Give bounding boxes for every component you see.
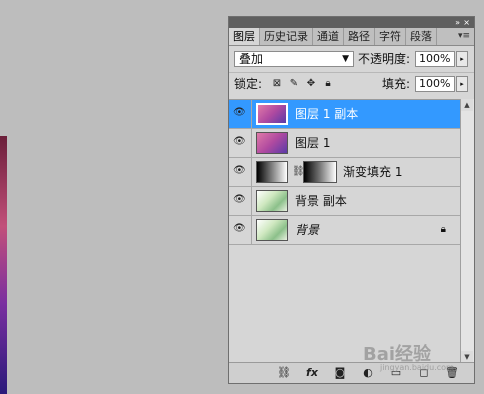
watermark-url: jingyan.baidu.com <box>380 363 454 372</box>
opacity-input[interactable]: 100% <box>415 51 455 67</box>
link-layers-icon[interactable]: ⛓︎ <box>277 366 291 380</box>
chevron-down-icon: ▼ <box>342 54 349 64</box>
fill-label: 填充: <box>382 77 411 91</box>
scroll-up-icon[interactable]: ▲ <box>461 99 473 111</box>
mask-icon[interactable]: ◙ <box>333 366 347 380</box>
lock-pixels-icon[interactable]: ✎ <box>288 78 300 90</box>
layer-name: 图层 1 副本 <box>295 107 359 121</box>
layer-thumbnail <box>256 190 288 212</box>
layer-row-background-copy[interactable]: 👁︎ 背景 副本 <box>229 187 462 216</box>
mask-thumbnail[interactable] <box>303 161 337 183</box>
blend-mode-value: 叠加 <box>239 52 264 66</box>
tab-paragraph[interactable]: 段落 <box>406 28 437 45</box>
layers-panel: » × 图层 历史记录 通道 路径 字符 段落 ▾≡ 叠加 ▼ 不透明度: 10… <box>228 16 475 384</box>
layer-name: 背景 副本 <box>295 194 347 208</box>
layer-name: 背景 <box>295 223 320 237</box>
lock-position-icon[interactable]: ✥ <box>305 78 317 90</box>
eye-icon[interactable]: 👁︎ <box>233 195 246 205</box>
double-chevron-right-icon[interactable]: » <box>455 17 460 28</box>
eye-icon[interactable]: 👁︎ <box>233 108 246 118</box>
tab-history[interactable]: 历史记录 <box>260 28 313 45</box>
canvas-edge <box>0 136 7 394</box>
lock-row: 锁定: ⊠ ✎ ✥ 🔒︎ 填充: 100% ▸ <box>229 72 474 95</box>
layer-row-background[interactable]: 👁︎ 背景 🔒︎ <box>229 216 462 245</box>
lock-icon: 🔒︎ <box>440 224 446 235</box>
lock-label: 锁定: <box>234 77 263 91</box>
lock-transparency-icon[interactable]: ⊠ <box>271 78 283 90</box>
close-icon[interactable]: × <box>463 17 470 28</box>
fill-input[interactable]: 100% <box>415 76 455 92</box>
layer-thumbnail <box>256 132 288 154</box>
fx-icon[interactable]: fx <box>305 366 319 380</box>
layers-list: 👁︎ 图层 1 副本 👁︎ 图层 1 👁︎ ⛓︎ 渐变填充 1 👁︎ 背景 副本 <box>229 99 462 364</box>
panel-menu-icon[interactable]: ▾≡ <box>458 28 470 45</box>
eye-icon[interactable]: 👁︎ <box>233 166 246 176</box>
adjustment-icon[interactable]: ◐ <box>361 366 375 380</box>
lock-all-icon[interactable]: 🔒︎ <box>322 78 334 90</box>
blend-row: 叠加 ▼ 不透明度: 100% ▸ <box>229 46 474 72</box>
tab-paths[interactable]: 路径 <box>344 28 375 45</box>
blend-mode-select[interactable]: 叠加 ▼ <box>234 51 354 67</box>
opacity-stepper[interactable]: ▸ <box>456 51 468 67</box>
layer-row-layer1[interactable]: 👁︎ 图层 1 <box>229 129 462 158</box>
opacity-label: 不透明度: <box>358 52 411 66</box>
layer-row-gradient-fill[interactable]: 👁︎ ⛓︎ 渐变填充 1 <box>229 158 462 187</box>
layer-row-layer1-copy[interactable]: 👁︎ 图层 1 副本 <box>229 100 462 129</box>
layer-name: 渐变填充 1 <box>343 165 403 179</box>
layer-name: 图层 1 <box>295 136 331 150</box>
eye-icon[interactable]: 👁︎ <box>233 137 246 147</box>
panel-tabs: 图层 历史记录 通道 路径 字符 段落 ▾≡ <box>229 28 474 46</box>
layer-thumbnail <box>256 219 288 241</box>
tab-channels[interactable]: 通道 <box>313 28 344 45</box>
eye-icon[interactable]: 👁︎ <box>233 224 246 234</box>
fill-stepper[interactable]: ▸ <box>456 76 468 92</box>
panel-titlebar[interactable]: » × <box>229 17 474 28</box>
layers-scrollbar[interactable]: ▲ ▼ <box>460 99 474 363</box>
tab-layers[interactable]: 图层 <box>229 28 260 45</box>
tab-character[interactable]: 字符 <box>375 28 406 45</box>
adjustment-thumbnail <box>256 161 288 183</box>
layer-thumbnail <box>256 103 288 125</box>
